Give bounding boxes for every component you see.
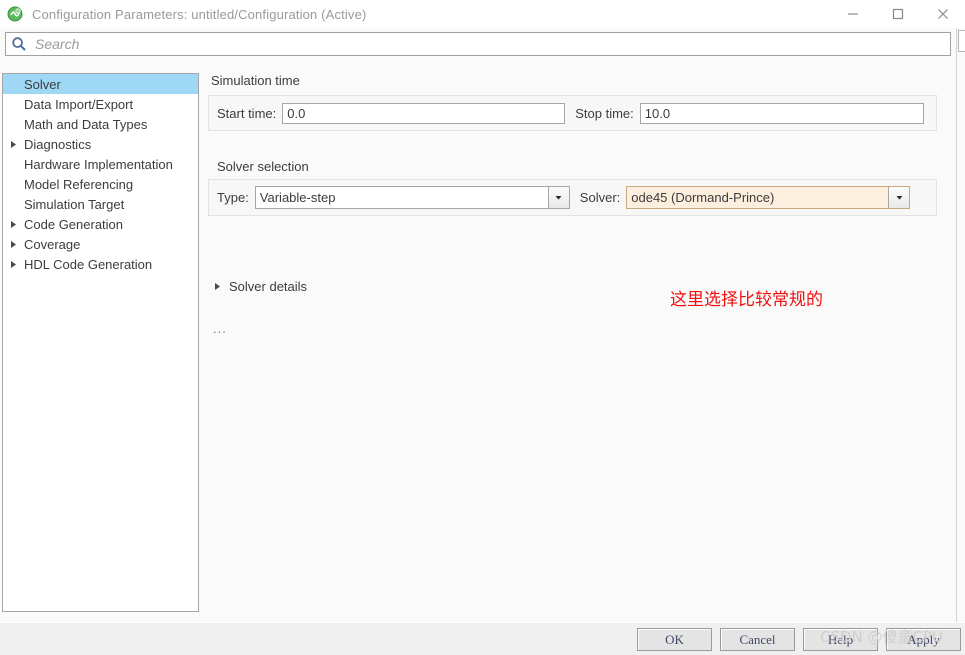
solver-label: Solver: xyxy=(579,190,621,205)
sidebar-item-solver[interactable]: Solver xyxy=(3,74,198,94)
search-box[interactable] xyxy=(5,32,951,56)
help-button[interactable]: Help xyxy=(803,628,878,651)
chevron-right-icon[interactable] xyxy=(9,260,22,269)
chevron-down-icon[interactable] xyxy=(888,187,910,208)
sidebar-item-math-and-data-types[interactable]: Math and Data Types xyxy=(3,114,198,134)
red-annotation-text: 这里选择比较常规的 xyxy=(670,290,823,310)
simulation-time-group-title: Simulation time xyxy=(211,73,300,88)
sidebar-item-model-referencing[interactable]: Model Referencing xyxy=(3,174,198,194)
start-time-label: Start time: xyxy=(217,105,277,121)
overflow-ellipsis[interactable]: ... xyxy=(213,321,227,336)
settings-tree[interactable]: Solver Data Import/Export Math and Data … xyxy=(2,73,199,612)
stop-time-label: Stop time: xyxy=(575,105,634,121)
simulation-time-group: Start time: Stop time: xyxy=(208,95,937,131)
sidebar-item-data-import-export[interactable]: Data Import/Export xyxy=(3,94,198,114)
close-icon[interactable] xyxy=(920,0,965,28)
sidebar-item-simulation-target[interactable]: Simulation Target xyxy=(3,194,198,214)
chevron-down-icon[interactable] xyxy=(547,187,569,208)
sidebar-item-label: Diagnostics xyxy=(24,136,92,152)
sidebar-item-label: Data Import/Export xyxy=(24,96,134,112)
search-input[interactable] xyxy=(35,34,950,54)
ok-button[interactable]: OK xyxy=(637,628,712,651)
sidebar-item-code-generation[interactable]: Code Generation xyxy=(3,214,198,234)
maximize-icon[interactable] xyxy=(875,0,920,28)
apply-button[interactable]: Apply xyxy=(886,628,961,651)
sidebar-item-label: Hardware Implementation xyxy=(24,156,173,172)
sidebar-item-label: Solver xyxy=(24,76,61,92)
sidebar-item-coverage[interactable]: Coverage xyxy=(3,234,198,254)
sidebar-item-label: Coverage xyxy=(24,236,81,252)
window-controls xyxy=(830,0,965,28)
chevron-right-icon[interactable] xyxy=(9,140,22,149)
cancel-button[interactable]: Cancel xyxy=(720,628,795,651)
right-edge-box xyxy=(958,30,965,52)
solver-details-label: Solver details xyxy=(229,279,308,294)
sidebar-item-diagnostics[interactable]: Diagnostics xyxy=(3,134,198,154)
right-edge-scrollbar[interactable] xyxy=(956,28,965,622)
solver-details-toggle[interactable]: Solver details xyxy=(213,279,307,294)
start-time-input[interactable] xyxy=(282,102,566,124)
solver-selection-group-title: Solver selection xyxy=(217,159,309,174)
sidebar-item-label: HDL Code Generation xyxy=(24,256,153,272)
chevron-right-icon[interactable] xyxy=(9,240,22,249)
solver-selection-group: Type: Variable-step Solver: ode45 (Dorma… xyxy=(208,179,937,216)
solver-value: ode45 (Dormand-Prince) xyxy=(631,190,775,205)
solver-type-label: Type: xyxy=(217,190,249,205)
window-titlebar: Configuration Parameters: untitled/Confi… xyxy=(0,0,965,28)
sidebar-item-label: Model Referencing xyxy=(24,176,134,192)
search-bar xyxy=(0,28,965,60)
settings-pane: Simulation time Start time: Stop time: S… xyxy=(205,73,953,612)
dialog-footer: OK Cancel Help Apply xyxy=(0,622,965,655)
dialog-body: Solver Data Import/Export Math and Data … xyxy=(0,60,965,622)
window-title: Configuration Parameters: untitled/Confi… xyxy=(32,6,367,22)
footer-button-group: OK Cancel Help Apply xyxy=(637,628,961,651)
stop-time-input[interactable] xyxy=(639,102,924,124)
sidebar-item-label: Code Generation xyxy=(24,216,124,232)
sidebar-item-hardware-implementation[interactable]: Hardware Implementation xyxy=(3,154,198,174)
solver-combo[interactable]: ode45 (Dormand-Prince) xyxy=(626,186,911,209)
chevron-right-icon[interactable] xyxy=(9,220,22,229)
simulink-icon xyxy=(7,6,23,22)
solver-type-combo[interactable]: Variable-step xyxy=(254,186,570,209)
sidebar-item-label: Simulation Target xyxy=(24,196,125,212)
solver-type-value: Variable-step xyxy=(259,190,336,205)
sidebar-item-hdl-code-generation[interactable]: HDL Code Generation xyxy=(3,254,198,274)
search-icon xyxy=(11,36,27,52)
minimize-icon[interactable] xyxy=(830,0,875,28)
chevron-right-icon[interactable] xyxy=(213,282,222,291)
sidebar-item-label: Math and Data Types xyxy=(24,116,148,132)
